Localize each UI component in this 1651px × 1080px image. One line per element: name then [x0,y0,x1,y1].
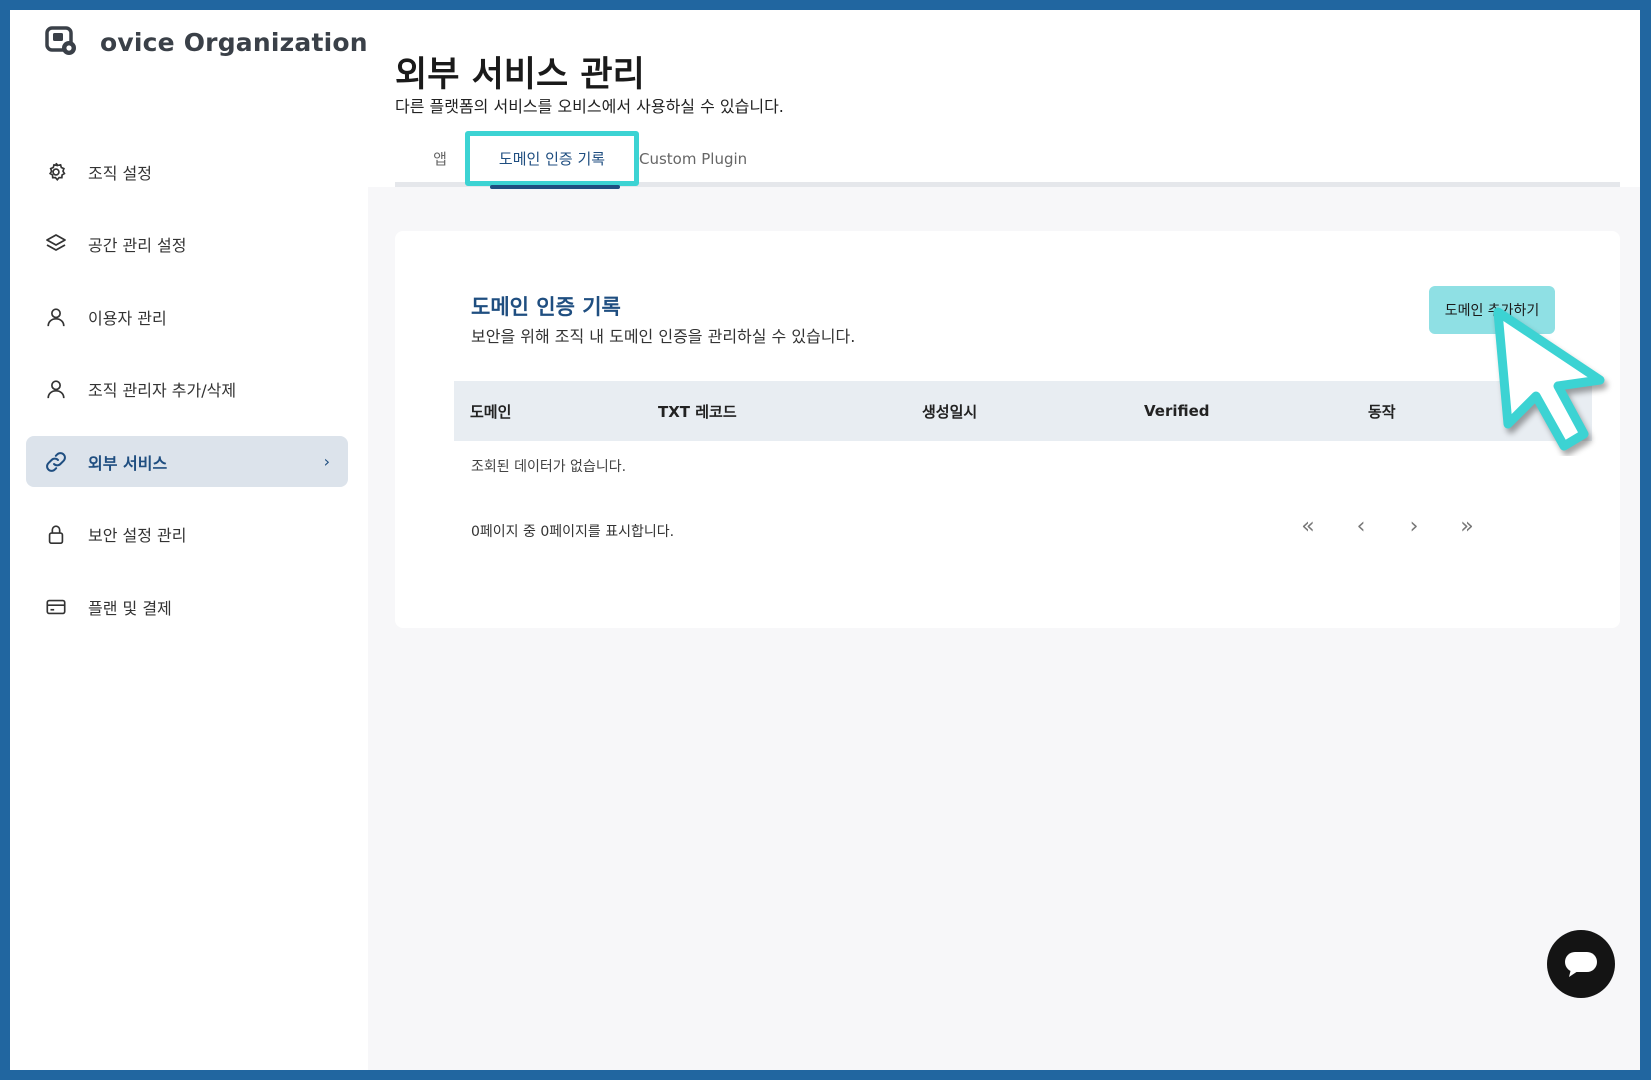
pointer-cursor-icon [1493,307,1605,451]
sidebar-item-label: 플랜 및 결제 [88,598,172,618]
sidebar-item-org-admins[interactable]: 조직 관리자 추가/삭제 [26,364,348,415]
app-window: ovice Organization 조직 설정 공간 관리 설정 이용자 관리… [10,10,1640,1070]
last-page-button[interactable]: » [1452,514,1482,539]
user-icon [44,377,68,401]
empty-state-text: 조회된 데이터가 없습니다. [471,459,627,475]
column-header-verified[interactable]: Verified [1144,402,1210,420]
org-logo-icon [45,26,76,55]
tab-bar: 앱 도메인 인증 기록 Custom Plugin [395,131,1620,189]
link-icon [44,450,68,474]
sidebar-item-label: 이용자 관리 [88,308,167,328]
column-header-actions[interactable]: 동작 [1368,401,1396,422]
lock-icon [44,522,68,546]
main-content: 외부 서비스 관리 다른 플랫폼의 서비스를 오비스에서 사용하실 수 있습니다… [368,10,1640,1070]
sidebar-item-label: 외부 서비스 [88,453,168,473]
tab-custom-plugin[interactable]: Custom Plugin [639,135,749,182]
chat-bubble-icon [1565,952,1597,977]
org-name: ovice Organization [100,27,368,57]
tab-apps[interactable]: 앱 [415,135,465,182]
column-header-created-at[interactable]: 생성일시 [922,401,977,422]
table-header: 도메인 TXT 레코드 생성일시 Verified 동작 [454,381,1592,441]
sidebar-item-user-management[interactable]: 이용자 관리 [26,291,348,342]
page-header: 외부 서비스 관리 다른 플랫폼의 서비스를 오비스에서 사용하실 수 있습니다… [368,10,1640,189]
sidebar: ovice Organization 조직 설정 공간 관리 설정 이용자 관리… [10,10,368,1070]
card-subtitle: 보안을 위해 조직 내 도메인 인증을 관리하실 수 있습니다. [471,327,856,346]
layers-icon [44,232,68,256]
sidebar-item-security[interactable]: 보안 설정 관리 [26,509,348,560]
sidebar-item-plan-billing[interactable]: 플랜 및 결제 [26,581,348,632]
org-header[interactable]: ovice Organization [44,24,368,60]
column-header-txt-record[interactable]: TXT 레코드 [658,401,737,422]
chevron-right-icon: › [323,452,330,471]
sidebar-item-label: 보안 설정 관리 [88,526,187,545]
sidebar-item-org-settings[interactable]: 조직 설정 [26,146,348,197]
next-page-button[interactable]: › [1399,514,1429,539]
first-page-button[interactable]: « [1293,514,1323,539]
credit-card-icon [44,595,68,619]
domain-card: 도메인 인증 기록 보안을 위해 조직 내 도메인 인증을 관리하실 수 있습니… [395,231,1620,628]
sidebar-item-label: 조직 설정 [88,163,152,183]
sidebar-item-space-settings[interactable]: 공간 관리 설정 [26,219,348,270]
user-icon [44,305,68,329]
sidebar-item-label: 조직 관리자 추가/삭제 [88,381,237,400]
sidebar-nav: 조직 설정 공간 관리 설정 이용자 관리 조직 관리자 추가/삭제 외부 서비… [26,146,348,654]
prev-page-button[interactable]: ‹ [1346,514,1376,539]
column-header-domain[interactable]: 도메인 [470,401,511,422]
chat-button[interactable] [1547,930,1615,998]
sidebar-item-external-services[interactable]: 외부 서비스 › [26,436,348,487]
sidebar-item-label: 공간 관리 설정 [88,236,187,255]
gear-icon [44,160,68,184]
card-title: 도메인 인증 기록 [471,295,621,319]
tab-domain-verification[interactable]: 도메인 인증 기록 [465,131,639,189]
pagination-info: 0페이지 중 0페이지를 표시합니다. [471,524,675,540]
page-subtitle: 다른 플랫폼의 서비스를 오비스에서 사용하실 수 있습니다. [395,97,784,116]
page-title: 외부 서비스 관리 [395,55,645,95]
